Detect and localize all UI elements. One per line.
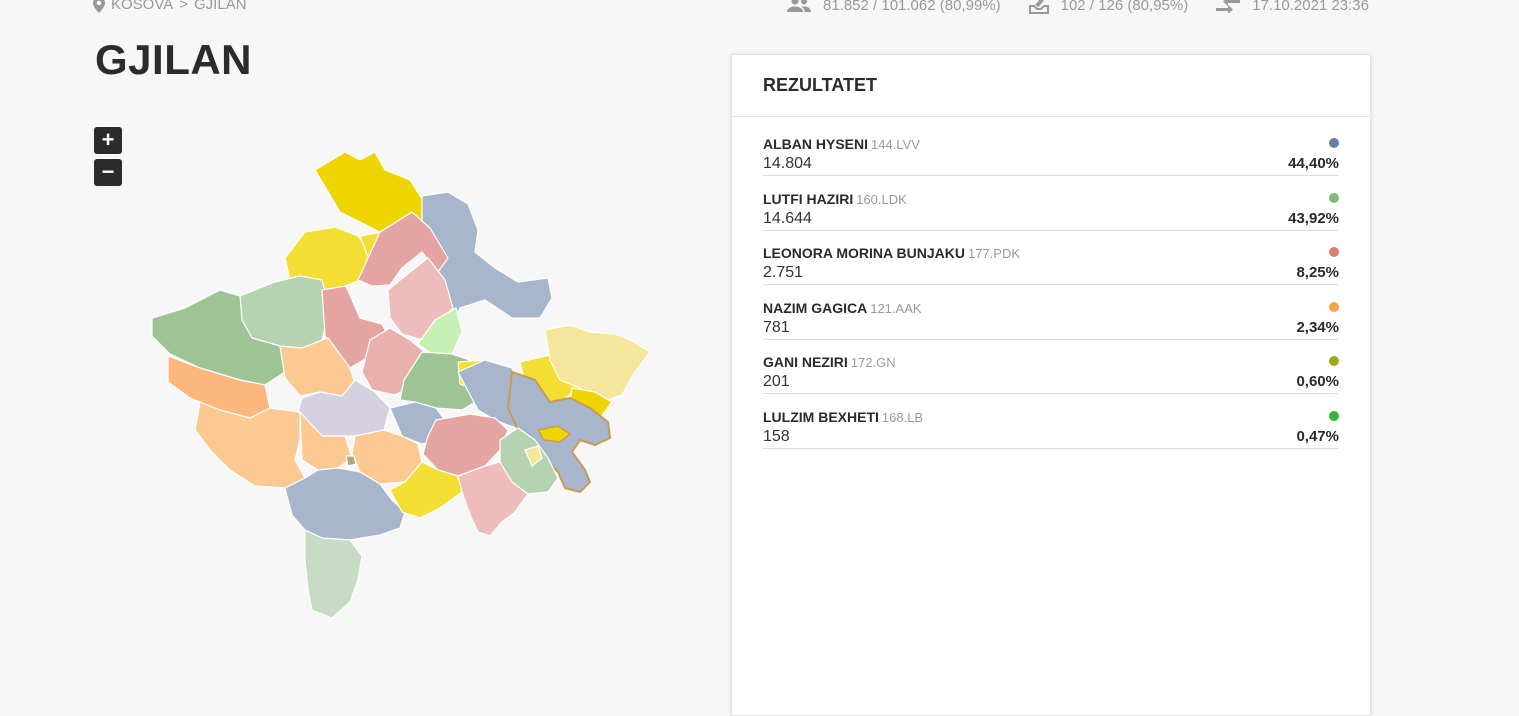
candidate-name: LUTFI HAZIRI bbox=[763, 190, 854, 207]
candidate-votes: 14.804 bbox=[763, 155, 812, 172]
map-region-dragash[interactable] bbox=[304, 529, 363, 619]
candidate-percent: 2,34% bbox=[1296, 318, 1339, 336]
party-color-dot bbox=[1329, 301, 1339, 312]
candidate-row[interactable]: LEONORA MORINA BUNJAKU 177.PDK 2.751 8,25… bbox=[763, 244, 1339, 299]
voters-value: 81.852 / 101.062 (80,99%) bbox=[822, 0, 1001, 14]
candidate-row[interactable]: GANI NEZIRI 172.GN 201 0,60% bbox=[763, 353, 1339, 408]
stations-stat: 102 / 126 (80,95%) bbox=[1028, 0, 1189, 14]
candidate-party: 144.LVV bbox=[871, 137, 920, 152]
page-title: GJILAN bbox=[95, 36, 253, 83]
candidate-name: LULZIM BEXHETI bbox=[763, 408, 879, 425]
candidate-percent: 0,47% bbox=[1296, 427, 1339, 445]
candidate-row[interactable]: LUTFI HAZIRI 160.LDK 14.644 43,92% bbox=[763, 190, 1339, 245]
kosovo-results-map[interactable] bbox=[140, 140, 660, 630]
row-divider bbox=[763, 229, 1339, 231]
ballot-box-icon bbox=[1028, 0, 1049, 14]
updated-stat: 17.10.2021 23:36 bbox=[1216, 0, 1369, 14]
candidate-party: 177.PDK bbox=[967, 246, 1021, 262]
swap-arrows-icon bbox=[1216, 0, 1241, 13]
row-divider bbox=[763, 338, 1339, 340]
candidate-name: GANI NEZIRI bbox=[763, 354, 848, 371]
candidate-votes: 201 bbox=[763, 373, 790, 391]
row-divider bbox=[763, 284, 1339, 286]
results-list: ALBAN HYSENI 144.LVV 14.804 44,40% LUTFI … bbox=[763, 135, 1339, 463]
stations-value: 102 / 126 (80,95%) bbox=[1060, 0, 1189, 14]
candidate-percent: 43,92% bbox=[1288, 209, 1339, 227]
candidate-row[interactable]: LULZIM BEXHETI 168.LB 158 0,47% bbox=[763, 408, 1339, 463]
candidate-votes: 14.644 bbox=[763, 209, 812, 227]
candidate-votes: 781 bbox=[763, 318, 790, 336]
party-color-dot bbox=[1329, 192, 1339, 203]
zoom-in-button[interactable]: + bbox=[94, 127, 122, 154]
candidate-percent: 8,25% bbox=[1296, 264, 1339, 282]
party-color-dot bbox=[1329, 138, 1339, 148]
stats-bar: 81.852 / 101.062 (80,99%) 102 / 126 (80,… bbox=[786, 0, 1369, 14]
voters-stat: 81.852 / 101.062 (80,99%) bbox=[786, 0, 1001, 14]
row-divider bbox=[763, 175, 1339, 176]
candidate-row[interactable]: NAZIM GAGICA 121.AAK 781 2,34% bbox=[763, 299, 1339, 354]
candidate-party: 121.AAK bbox=[870, 300, 922, 316]
row-divider bbox=[763, 447, 1339, 449]
candidate-percent: 0,60% bbox=[1296, 373, 1339, 391]
zoom-out-button[interactable]: − bbox=[94, 159, 122, 186]
results-title: REZULTATET bbox=[763, 75, 877, 95]
party-color-dot bbox=[1329, 410, 1339, 421]
updated-value: 17.10.2021 23:36 bbox=[1252, 0, 1369, 14]
candidate-party: 172.GN bbox=[850, 355, 896, 371]
candidate-votes: 158 bbox=[763, 427, 790, 445]
candidate-name: ALBAN HYSENI bbox=[763, 136, 869, 152]
candidate-row[interactable]: ALBAN HYSENI 144.LVV 14.804 44,40% bbox=[763, 135, 1339, 190]
people-icon bbox=[786, 0, 811, 12]
breadcrumb-country[interactable]: KOSOVA bbox=[111, 0, 173, 13]
breadcrumb: KOSOVA > GJILAN bbox=[93, 0, 247, 13]
location-pin-icon bbox=[93, 0, 105, 13]
breadcrumb-separator: > bbox=[179, 0, 189, 13]
candidate-party: 168.LB bbox=[881, 409, 924, 425]
candidate-party: 160.LDK bbox=[856, 191, 907, 207]
candidate-name: NAZIM GAGICA bbox=[763, 299, 868, 316]
results-header: REZULTATET bbox=[732, 55, 1370, 117]
map-region-west-green[interactable] bbox=[239, 275, 331, 349]
candidate-votes: 2.751 bbox=[763, 264, 804, 282]
map-region-dot[interactable] bbox=[345, 455, 357, 467]
candidate-name: LEONORA MORINA BUNJAKU bbox=[763, 245, 965, 262]
breadcrumb-municipality[interactable]: GJILAN bbox=[194, 0, 247, 13]
candidate-percent: 44,40% bbox=[1288, 155, 1339, 172]
results-panel: REZULTATET ALBAN HYSENI 144.LVV 14.804 44… bbox=[731, 54, 1371, 716]
top-bar: KOSOVA > GJILAN 81.852 / 101.062 (80,99%… bbox=[0, 0, 1519, 20]
row-divider bbox=[763, 393, 1339, 395]
